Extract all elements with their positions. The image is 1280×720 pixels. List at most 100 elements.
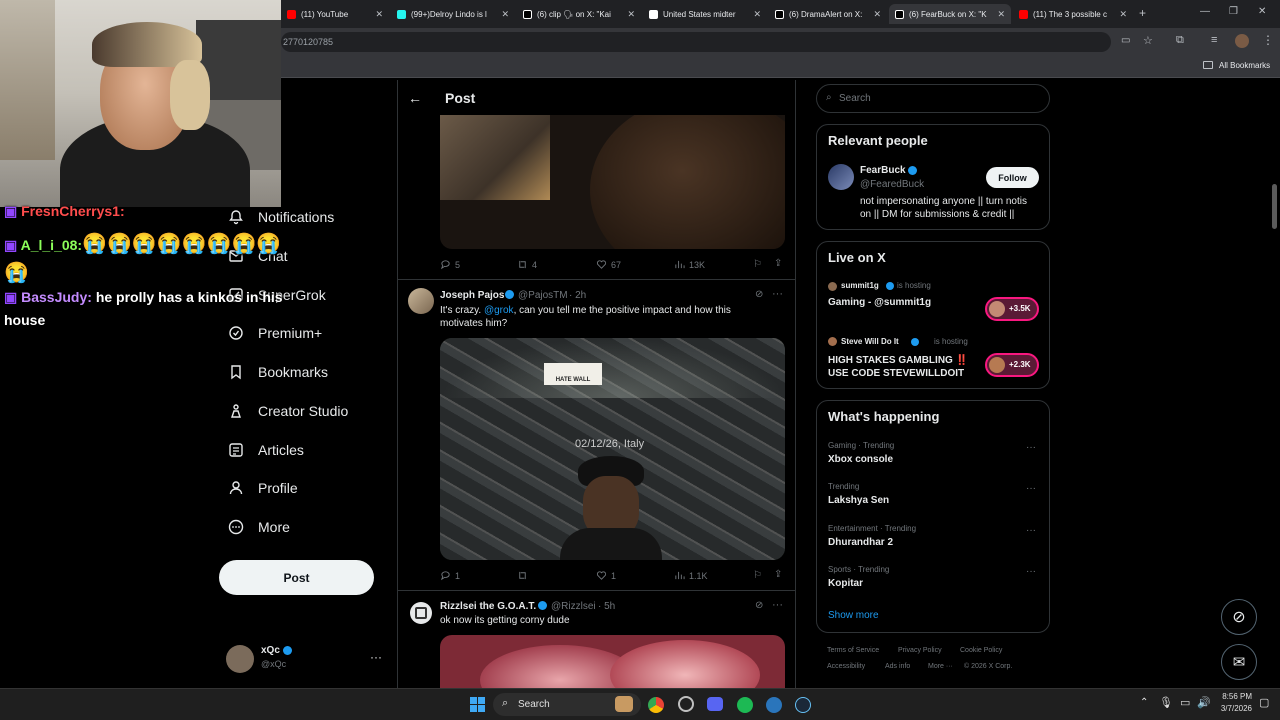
app-icon[interactable] [766, 697, 782, 713]
obs-icon[interactable] [678, 696, 694, 712]
browser-tab[interactable]: (99+)Delroy Lindo is l ✕ [391, 4, 515, 24]
scrollbar[interactable] [1272, 80, 1278, 686]
trend-more-icon[interactable]: ··· [1026, 566, 1036, 577]
extensions-icon[interactable]: ⧉ [1176, 34, 1184, 47]
footer-link[interactable]: Accessibility [827, 663, 865, 670]
footer-link[interactable]: Terms of Service [827, 647, 879, 654]
host-name[interactable]: summit1g [841, 281, 879, 290]
nav-profile[interactable]: Profile [228, 476, 298, 500]
nav-bookmarks[interactable]: Bookmarks [228, 360, 328, 384]
discord-icon[interactable] [707, 697, 723, 711]
new-tab-button[interactable]: + [1139, 6, 1146, 20]
reply-button[interactable]: 1 [440, 570, 460, 581]
views-button[interactable]: 1.1K [674, 570, 708, 581]
trend-name[interactable]: Lakshya Sen [828, 495, 889, 506]
trend-more-icon[interactable]: ··· [1026, 483, 1036, 494]
tweet-image[interactable]: HATE WALL 02/12/26, Italy [440, 338, 785, 560]
grok-icon[interactable]: ⊘ [755, 289, 763, 300]
spotify-icon[interactable] [737, 697, 753, 713]
account-menu-icon[interactable]: ··· [370, 650, 382, 664]
footer-link[interactable]: Cookie Policy [960, 647, 1002, 654]
like-button[interactable]: 1 [596, 570, 616, 581]
bookmark-icon[interactable]: ⚐ [753, 259, 762, 270]
follow-button[interactable]: Follow [986, 167, 1039, 188]
bookmark-icon[interactable]: ⚐ [753, 570, 762, 581]
person-name[interactable]: FearBuck [860, 165, 906, 176]
live-listeners-badge[interactable]: +2.3K [985, 353, 1039, 377]
media-controls-icon[interactable]: ≡ [1211, 34, 1217, 46]
share-icon[interactable]: ⇪ [774, 258, 782, 269]
browser-tab[interactable]: (11) The 3 possible c ✕ [1013, 4, 1133, 24]
trend-more-icon[interactable]: ··· [1026, 525, 1036, 536]
host-name[interactable]: Steve Will Do It [841, 337, 899, 346]
live-listeners-badge[interactable]: +3.5K [985, 297, 1039, 321]
retweet-button[interactable] [517, 570, 532, 581]
browser-tab-active[interactable]: (6) FearBuck on X: "K ✕ [889, 4, 1011, 24]
close-icon[interactable]: ✕ [501, 9, 509, 20]
grok-float-icon[interactable]: ⊘ [1221, 599, 1257, 635]
tweet-time[interactable]: · 5h [598, 601, 615, 612]
clock-date[interactable]: 3/7/2026 [1216, 704, 1252, 713]
volume-icon[interactable]: 🔊 [1197, 696, 1211, 709]
messages-float-icon[interactable]: ✉ [1221, 644, 1257, 680]
nav-articles[interactable]: Articles [228, 438, 304, 462]
notification-icon[interactable]: ▢ [1259, 696, 1269, 709]
close-icon[interactable]: ✕ [627, 9, 635, 20]
all-bookmarks-link[interactable]: All Bookmarks [1219, 61, 1270, 70]
like-button[interactable]: 67 [596, 259, 621, 270]
footer-link[interactable]: More ··· [928, 663, 953, 670]
scrollbar-thumb[interactable] [1272, 184, 1277, 229]
trend-more-icon[interactable]: ··· [1026, 442, 1036, 453]
retweet-button[interactable]: 4 [517, 259, 537, 270]
footer-link[interactable]: Ads info [885, 663, 910, 670]
avatar[interactable] [408, 288, 434, 314]
trend-name[interactable]: Kopitar [828, 578, 863, 589]
chrome-menu-icon[interactable]: ⋮ [1262, 33, 1274, 47]
taskbar-search[interactable]: ⌕ Search [493, 693, 641, 716]
reply-button[interactable]: 5 [440, 259, 460, 270]
tweet-time[interactable]: · 2h [569, 290, 586, 301]
avatar[interactable] [828, 164, 854, 190]
clock-time[interactable]: 8:56 PM [1218, 692, 1252, 701]
close-icon[interactable]: ✕ [1119, 9, 1127, 20]
microphone-icon[interactable]: 🎙 [1159, 696, 1173, 709]
steam-icon[interactable] [795, 697, 811, 713]
address-bar[interactable] [281, 32, 1111, 52]
cast-icon[interactable]: ▭ [1121, 35, 1130, 46]
tweet-more-icon[interactable]: ··· [772, 288, 783, 300]
nav-creator-studio[interactable]: Creator Studio [228, 399, 348, 423]
profile-avatar[interactable] [1235, 34, 1249, 48]
nav-more[interactable]: More [228, 515, 290, 539]
share-icon[interactable]: ⇪ [774, 569, 782, 580]
browser-tab[interactable]: (6) DramaAlert on X: ✕ [769, 4, 887, 24]
chevron-up-icon[interactable]: ⌃ [1140, 697, 1148, 708]
maximize-button[interactable]: ❐ [1229, 6, 1238, 17]
views-button[interactable]: 13K [674, 259, 705, 270]
tweet-author-handle[interactable]: @Rizzlsei [551, 601, 596, 612]
close-icon[interactable]: ✕ [753, 9, 761, 20]
browser-tab[interactable]: United States midter ✕ [643, 4, 767, 24]
post-button[interactable]: Post [219, 560, 374, 595]
minimize-button[interactable]: — [1200, 6, 1210, 17]
grok-icon[interactable]: ⊘ [755, 600, 763, 611]
trend-name[interactable]: Dhurandhar 2 [828, 537, 893, 548]
trend-name[interactable]: Xbox console [828, 454, 893, 465]
network-icon[interactable]: ▭ [1180, 696, 1190, 709]
tweet-author-name[interactable]: Rizzlsei the G.O.A.T. [440, 601, 536, 612]
mention-link[interactable]: @grok [484, 305, 514, 316]
back-arrow-icon[interactable]: ← [408, 90, 422, 106]
tweet-author-handle[interactable]: @PajosTM [518, 290, 568, 301]
close-icon[interactable]: ✕ [873, 9, 881, 20]
browser-tab[interactable]: (6) clip 🗣 on X: "Kai ✕ [517, 4, 641, 24]
tweet-more-icon[interactable]: ··· [772, 599, 783, 611]
show-more-link[interactable]: Show more [828, 610, 879, 621]
close-icon[interactable]: ✕ [997, 9, 1005, 20]
window-close-button[interactable]: ✕ [1258, 6, 1266, 17]
account-avatar[interactable] [226, 645, 254, 673]
bookmark-star-icon[interactable]: ☆ [1143, 34, 1153, 47]
avatar[interactable] [410, 602, 432, 624]
footer-link[interactable]: Privacy Policy [898, 647, 942, 654]
nav-notifications[interactable]: Notifications [228, 205, 334, 229]
tweet-video[interactable] [440, 115, 785, 249]
tweet-author-name[interactable]: Joseph Pajos [440, 290, 504, 301]
